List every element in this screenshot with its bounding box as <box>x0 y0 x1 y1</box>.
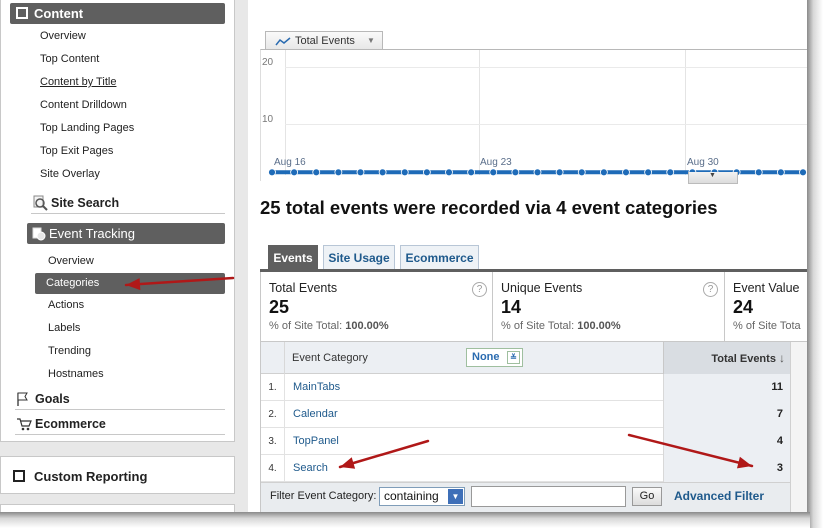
window-shadow-bottom <box>0 512 810 528</box>
screenshot: Content Overview Top Content Content by … <box>0 0 823 528</box>
window-shadow-right <box>807 0 823 528</box>
annotation-layer <box>124 276 754 469</box>
annotation-arrow <box>124 276 235 291</box>
annotation-arrow <box>338 439 430 469</box>
annotation-arrow <box>627 433 754 469</box>
